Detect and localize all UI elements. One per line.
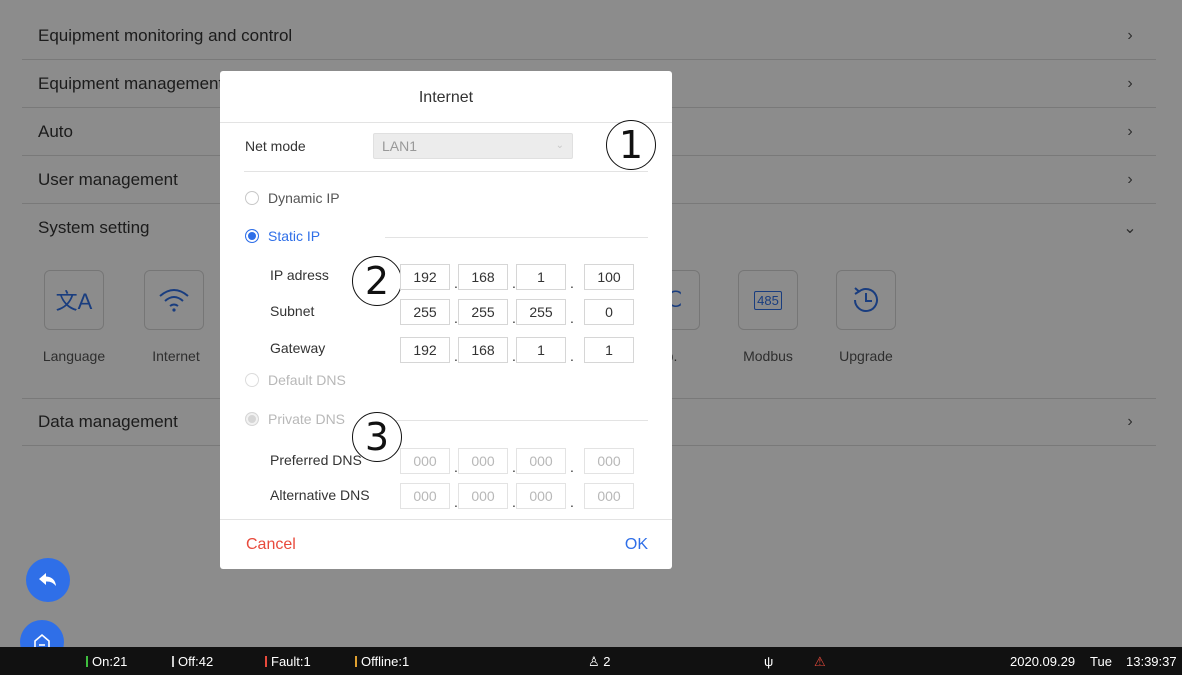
gateway-label: Gateway [270,340,326,356]
alternative-dns-octet-3[interactable]: 000 [516,483,566,509]
internet-dialog: Internet Net mode LAN1 ⌄ 1 Dynamic IP St… [220,71,672,569]
subnet-octet-1[interactable]: 255 [400,299,450,325]
status-date: 2020.09.29 [1010,654,1076,669]
ip-octet-3[interactable]: 1 [516,264,566,290]
status-fault-indicator [265,656,267,667]
status-offline-indicator [355,656,357,667]
static-ip-radio[interactable] [245,229,259,243]
status-offline: Offline:1 [355,654,409,669]
ip-octet-1[interactable]: 192 [400,264,450,290]
dynamic-ip-label: Dynamic IP [268,190,340,206]
user-count[interactable]: ♙ 2 [588,654,611,670]
preferred-dns-octet-4[interactable]: 000 [584,448,634,474]
back-arrow-icon [39,573,56,586]
default-dns-radio[interactable] [245,373,259,387]
status-off-indicator [172,656,174,667]
default-dns-label: Default DNS [268,372,346,388]
gateway-octet-1[interactable]: 192 [400,337,450,363]
cancel-button[interactable]: Cancel [246,536,296,554]
status-time: 13:39:37 [1126,654,1177,669]
private-dns-label: Private DNS [268,411,346,427]
preferred-dns-label: Preferred DNS [270,452,362,468]
warning-icon[interactable]: ⚠ [814,654,826,670]
divider [244,171,648,172]
gateway-octet-2[interactable]: 168 [458,337,508,363]
subnet-octet-3[interactable]: 255 [516,299,566,325]
ok-button[interactable]: OK [625,536,648,554]
octet-separator: . [570,348,574,364]
private-dns-radio[interactable] [245,412,259,426]
preferred-dns-octet-3[interactable]: 000 [516,448,566,474]
divider [375,420,648,421]
status-on-indicator [86,656,88,667]
dialog-title: Internet [220,71,672,123]
status-fault: Fault:1 [265,654,311,669]
net-mode-label: Net mode [245,138,306,154]
ip-octet-4[interactable]: 100 [584,264,634,290]
preferred-dns-octet-1[interactable]: 000 [400,448,450,474]
net-mode-select[interactable]: LAN1 ⌄ [373,133,573,159]
subnet-octet-2[interactable]: 255 [458,299,508,325]
octet-separator: . [570,310,574,326]
antenna-icon: ψ [764,654,774,669]
callout-1: 1 [606,120,656,170]
user-icon: ♙ [588,654,600,669]
octet-separator: . [570,494,574,510]
dialog-footer: Cancel OK [220,519,672,569]
status-on: On:21 [86,654,127,669]
back-button[interactable] [26,558,70,602]
divider [385,237,648,238]
gateway-octet-3[interactable]: 1 [516,337,566,363]
status-weekday: Tue [1090,654,1112,669]
net-mode-value: LAN1 [382,138,418,154]
alternative-dns-octet-4[interactable]: 000 [584,483,634,509]
subnet-octet-4[interactable]: 0 [584,299,634,325]
dynamic-ip-radio[interactable] [245,191,259,205]
status-bar: On:21 Off:42 Fault:1 Offline:1 ♙ 2 ψ ⚠ 2… [0,647,1182,675]
preferred-dns-octet-2[interactable]: 000 [458,448,508,474]
subnet-label: Subnet [270,303,315,319]
static-ip-label: Static IP [268,228,321,244]
chevron-down-icon: ⌄ [555,140,564,151]
alternative-dns-octet-2[interactable]: 000 [458,483,508,509]
octet-separator: . [570,459,574,475]
alternative-dns-octet-1[interactable]: 000 [400,483,450,509]
gateway-octet-4[interactable]: 1 [584,337,634,363]
alternative-dns-label: Alternative DNS [270,487,370,503]
ip-octet-2[interactable]: 168 [458,264,508,290]
octet-separator: . [570,275,574,291]
status-off: Off:42 [172,654,213,669]
ip-address-label: IP adress [270,267,329,283]
callout-2: 2 [352,256,402,306]
